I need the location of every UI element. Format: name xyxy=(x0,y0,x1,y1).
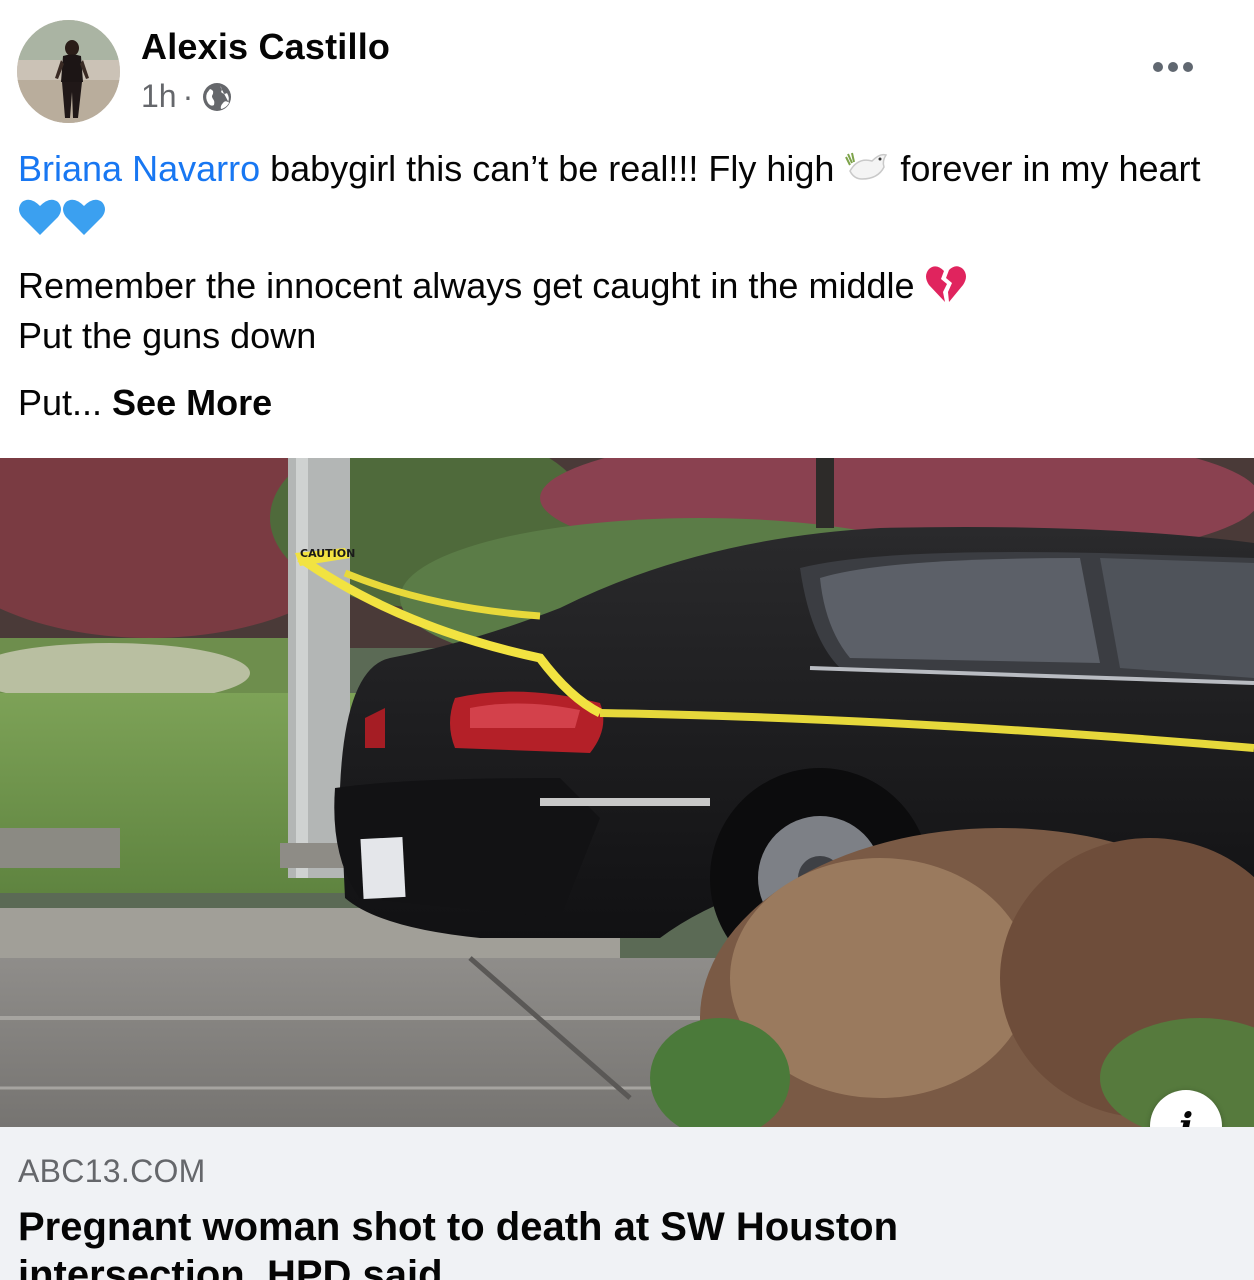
post-meta: 1h · xyxy=(141,78,233,115)
dove-emoji xyxy=(845,152,888,180)
tape-text: CAUTION xyxy=(300,547,355,560)
post-text-line1-after: forever in my heart xyxy=(890,148,1201,189)
post-paragraph-1: Briana Navarro babygirl this can’t be re… xyxy=(18,144,1238,244)
post-text: Briana Navarro babygirl this can’t be re… xyxy=(18,144,1238,428)
link-domain: ABC13.COM xyxy=(18,1153,206,1189)
post-text-para3: Put... xyxy=(18,382,113,423)
meta-separator: · xyxy=(182,78,194,114)
globe-icon[interactable] xyxy=(201,81,233,113)
post-text-line1: babygirl this can’t be real!!! Fly high xyxy=(260,148,845,189)
see-more-link[interactable]: See More xyxy=(112,382,272,423)
more-horizontal-icon[interactable] xyxy=(1148,52,1198,82)
author-name[interactable]: Alexis Castillo xyxy=(141,26,390,68)
post-time[interactable]: 1h xyxy=(141,78,177,115)
link-preview-footer[interactable]: ABC13.COM Pregnant woman shot to death a… xyxy=(0,1127,1254,1280)
blue-heart-emoji xyxy=(19,199,61,235)
post-paragraph-3: Put... See More xyxy=(18,378,1238,428)
mention-link[interactable]: Briana Navarro xyxy=(18,148,260,189)
post-text-para2-line1: Remember the innocent always get caught … xyxy=(18,265,925,306)
post-text-para2-line2: Put the guns down xyxy=(18,315,317,356)
blue-heart-emoji xyxy=(63,199,105,235)
post-header: Alexis Castillo 1h · xyxy=(0,0,1254,135)
broken-heart-emoji xyxy=(925,266,966,302)
post-paragraph-2: Remember the innocent always get caught … xyxy=(18,261,1238,361)
link-title[interactable]: Pregnant woman shot to death at SW Houst… xyxy=(18,1203,1018,1280)
avatar[interactable] xyxy=(17,20,120,123)
link-preview-image[interactable]: CAUTION xyxy=(0,458,1254,1127)
